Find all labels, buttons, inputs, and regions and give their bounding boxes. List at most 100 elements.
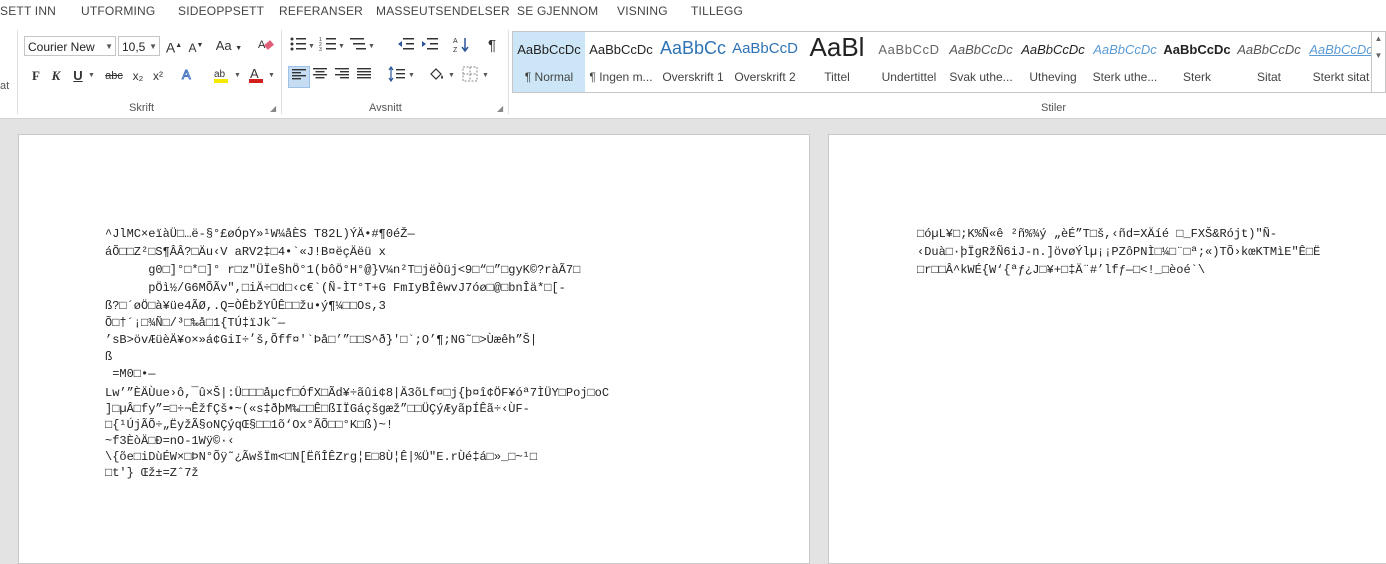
shrink-font-button[interactable]: A▼ [187, 36, 205, 58]
change-case-button[interactable]: Aa ▼ [214, 36, 244, 59]
clear-formatting-button[interactable]: A [256, 36, 276, 58]
document-page-1[interactable]: ^JlMC×eïàÜ□…ë-§°£øÓpY»¹W¼åÈS T82L)ÝÄ•#¶0… [18, 134, 810, 564]
bullets-button[interactable] [288, 36, 308, 58]
grow-font-button[interactable]: A▲ [165, 36, 183, 58]
font-name-combo[interactable]: Courier New ▼ [24, 36, 116, 56]
chevron-down-icon[interactable]: ▼ [268, 72, 275, 79]
show-formatting-marks-button[interactable]: ¶ [482, 36, 502, 56]
document-text-line: áÕ□□Z²□S¶ÂÂ?□Äu‹V aRV2‡□4•`«J!B¤ëçÄëü x [105, 245, 386, 259]
align-right-icon [335, 68, 349, 79]
tab-visning[interactable]: VISNING [617, 4, 668, 18]
document-text-line: \{õe□iDùÉW×□ÞN°Õÿ˜¿ÃwšÏm<□N[ËñÎÊZrg¦E□8Ù… [105, 450, 538, 464]
tab-sett-inn[interactable]: SETT INN [0, 4, 56, 18]
chevron-down-icon[interactable]: ▼ [308, 43, 315, 50]
document-text-line: □r□□Â^kWÉ{W‘{ªƒ¿J□¥+□‡Ä¨#’lfƒ—□<!_□èoé`\ [917, 263, 1206, 277]
superscript-button[interactable]: x² [150, 66, 166, 86]
sort-button[interactable]: AZ [452, 36, 472, 60]
document-text-line: Lw’”ÈÄÙue›ô,¯û×Š|:Ü□□□åµcf□ÓfX□Ãd¥÷ãûi¢8… [105, 386, 610, 400]
style-utheving[interactable]: AaBbCcDc Utheving [1017, 32, 1089, 92]
chevron-down-icon[interactable]: ▼ [88, 72, 95, 79]
multilevel-list-icon [350, 38, 366, 50]
style-overskrift-2[interactable]: AaBbCcD Overskrift 2 [729, 32, 801, 92]
style-normal[interactable]: AaBbCcDc ¶ Normal [513, 32, 585, 92]
justify-button[interactable] [354, 66, 374, 86]
style-sterkt-sitat[interactable]: AaBbCcDc Sterkt sitat [1305, 32, 1372, 92]
bold-button[interactable]: F [28, 66, 44, 86]
font-color-button[interactable]: A [246, 66, 266, 90]
strikethrough-button[interactable]: abc [102, 66, 126, 86]
font-size-combo[interactable]: 10,5 ▼ [118, 36, 160, 56]
style-sterk-utheving[interactable]: AaBbCcDc Sterk uthe... [1089, 32, 1161, 92]
style-preview: AaBbCcDc [1093, 42, 1157, 57]
tab-referanser[interactable]: REFERANSER [279, 4, 363, 18]
style-overskrift-1[interactable]: AaBbCc Overskrift 1 [657, 32, 729, 92]
chevron-down-icon[interactable]: ▼ [408, 72, 415, 79]
document-text-line: pÖì½/G6MÕÃv″,□iÄ÷□d□‹c€`(Ñ-ÌT°T+G FmIyBÎ… [105, 281, 566, 295]
eraser-icon: A [258, 39, 274, 51]
style-ingen-mellomrom[interactable]: AaBbCcDc ¶ Ingen m... [585, 32, 657, 92]
dialog-launcher-icon[interactable]: ◢ [270, 104, 276, 113]
font-size-value: 10,5 [122, 40, 146, 54]
document-text-line: ’sB>övÆüèÄ¥o×»á¢GiI÷׳š,Õff¤'`Þå□’”□□S^ð}… [105, 333, 538, 347]
chevron-down-icon[interactable]: ▼ [234, 72, 241, 79]
dialog-launcher-icon[interactable]: ◢ [497, 104, 503, 113]
tab-se-gjennom[interactable]: SE GJENNOM [517, 4, 598, 18]
style-preview: AaBbCcDc [1021, 42, 1085, 57]
style-name: Sterkt sitat [1312, 70, 1370, 84]
style-undertittel[interactable]: AaBbCcD Undertittel [873, 32, 945, 92]
document-text-line: g0□]°□*□]° r□z"ÜÏe§hÖ°1(bôÖ°H°@}V¼n²T□jë… [105, 263, 581, 277]
tab-masseutsendelser[interactable]: MASSEUTSENDELSER [376, 4, 510, 18]
chevron-down-icon[interactable]: ▼ [149, 37, 157, 57]
document-page-2[interactable]: □óµL¥□;K%Ñ«ê ²ñ%¾ý „èÉ”T□š,‹ñd=XÄíé □_FX… [828, 134, 1386, 564]
group-separator [508, 30, 509, 114]
align-right-button[interactable] [332, 66, 352, 86]
chevron-down-icon[interactable]: ▼ [448, 72, 455, 79]
document-text-line: ß [105, 350, 113, 364]
borders-icon [462, 66, 478, 82]
document-text-line: □{¹ÚjÃÕ÷„ËyžÃ§oNÇýqŒ§□□1õ‘Ox°ÃÕ□□°K□ß)~! [105, 418, 394, 432]
group-separator [281, 30, 282, 114]
style-tittel[interactable]: AaBl Tittel [801, 32, 873, 92]
style-name: ¶ Normal [524, 70, 574, 84]
document-text-line: ß?□´øÖ□à¥üe4ÃØ,.Q=ÒÊbžYÛÊ□□žu•ý¶¼□□Os,3 [105, 299, 386, 313]
multilevel-list-button[interactable] [348, 36, 368, 58]
clipboard-cut-label[interactable]: at [0, 76, 9, 96]
highlight-button[interactable]: ab [210, 66, 234, 90]
chevron-down-icon[interactable]: ▼ [482, 72, 489, 79]
font-name-value: Courier New [28, 40, 95, 54]
style-preview: AaBbCcDc [1309, 42, 1372, 57]
tab-sideoppsett[interactable]: SIDEOPPSETT [178, 4, 264, 18]
style-name: Sterk uthe... [1092, 70, 1158, 84]
style-name: Sterk [1182, 70, 1211, 84]
underline-button[interactable]: U [70, 66, 86, 86]
tab-utforming[interactable]: UTFORMING [81, 4, 155, 18]
align-center-button[interactable] [310, 66, 330, 86]
chevron-up-icon[interactable]: ▲ [1372, 34, 1385, 43]
increase-indent-button[interactable] [420, 36, 440, 58]
borders-button[interactable] [460, 66, 480, 88]
numbering-button[interactable]: 123 [318, 36, 338, 58]
chevron-down-icon[interactable]: ▼ [338, 43, 345, 50]
style-sterk[interactable]: AaBbCcDc Sterk [1161, 32, 1233, 92]
text-effects-icon: A [182, 67, 192, 83]
text-effects-button[interactable]: A [178, 66, 200, 88]
style-sitat[interactable]: AaBbCcDc Sitat [1233, 32, 1305, 92]
chevron-down-icon[interactable]: ▼ [1372, 51, 1385, 60]
italic-button[interactable]: K [48, 66, 64, 86]
styles-gallery-scroll[interactable]: ▲ ▼ [1372, 31, 1386, 93]
line-spacing-button[interactable] [386, 65, 408, 88]
document-text-line: ^JlMC×eïàÜ□…ë-§°£øÓpY»¹W¼åÈS T82L)ÝÄ•#¶0… [105, 227, 415, 241]
shading-button[interactable] [426, 66, 448, 88]
pilcrow-icon: ¶ [487, 37, 497, 54]
chevron-down-icon[interactable]: ▼ [368, 43, 375, 50]
chevron-down-icon[interactable]: ▼ [105, 37, 113, 57]
subscript-button[interactable]: x₂ [130, 66, 146, 86]
align-center-icon [313, 68, 327, 79]
decrease-indent-button[interactable] [396, 36, 416, 58]
style-name: Undertittel [881, 70, 937, 84]
style-svak-utheving[interactable]: AaBbCcDc Svak uthe... [945, 32, 1017, 92]
decrease-indent-icon [398, 38, 414, 50]
align-left-button[interactable] [288, 66, 310, 88]
document-text-line: □óµL¥□;K%Ñ«ê ²ñ%¾ý „èÉ”T□š,‹ñd=XÄíé □_FX… [917, 227, 1278, 241]
tab-tillegg[interactable]: TILLEGG [691, 4, 743, 18]
